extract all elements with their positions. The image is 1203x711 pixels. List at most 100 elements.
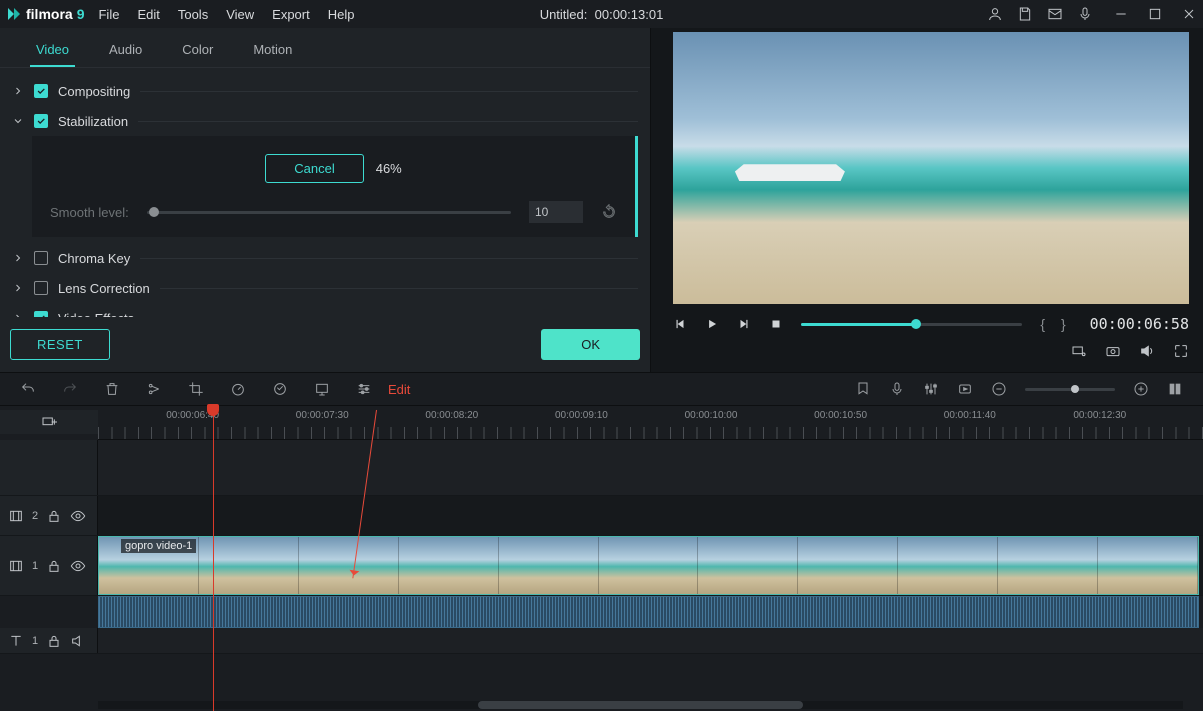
timeline-toolbar: Edit — [0, 372, 1203, 406]
ruler-tick: 00:00:09:10 — [555, 410, 685, 421]
stabilization-label: Stabilization — [58, 114, 128, 129]
speed-icon[interactable] — [230, 381, 246, 397]
crop-icon[interactable] — [188, 381, 204, 397]
menu-file[interactable]: File — [98, 7, 119, 22]
audio-clip[interactable] — [98, 596, 1199, 628]
text-track-icon — [8, 633, 24, 649]
zoom-in-icon[interactable] — [1133, 381, 1149, 397]
zoom-fit-icon[interactable] — [1167, 381, 1183, 397]
compositing-checkbox[interactable] — [34, 84, 48, 98]
reset-button[interactable]: RESET — [10, 329, 110, 360]
tab-motion[interactable]: Motion — [247, 38, 298, 67]
mic-icon[interactable] — [1077, 6, 1093, 22]
mixer-icon[interactable] — [923, 381, 939, 397]
stabilization-checkbox[interactable] — [34, 114, 48, 128]
edit-settings-icon[interactable] — [356, 381, 372, 397]
split-icon[interactable] — [146, 381, 162, 397]
edit-panel: Video Audio Color Motion Compositing Sta… — [0, 28, 651, 372]
ruler-tick: 00:00:06:40 — [166, 410, 296, 421]
smooth-input[interactable] — [529, 201, 583, 223]
mark-braces-icon[interactable]: { } — [1040, 316, 1071, 332]
app-version: 9 — [77, 6, 85, 22]
mute-icon[interactable] — [70, 633, 86, 649]
project-duration: 00:00:13:01 — [595, 7, 664, 22]
lock-icon[interactable] — [46, 558, 62, 574]
lens-label: Lens Correction — [58, 281, 150, 296]
render-icon[interactable] — [957, 381, 973, 397]
chevron-right-icon — [12, 282, 24, 294]
eye-icon[interactable] — [70, 558, 86, 574]
main-menu: File Edit Tools View Export Help — [98, 7, 354, 22]
menu-help[interactable]: Help — [328, 7, 355, 22]
preview-progress[interactable] — [801, 323, 1022, 326]
track-number: 1 — [32, 560, 38, 572]
effects-label: Video Effects — [58, 311, 134, 318]
zoom-out-icon[interactable] — [991, 381, 1007, 397]
step-back-icon[interactable] — [673, 317, 687, 331]
section-stabilization[interactable]: Stabilization — [12, 106, 638, 136]
delete-icon[interactable] — [104, 381, 120, 397]
effects-checkbox[interactable] — [34, 311, 48, 317]
save-icon[interactable] — [1017, 6, 1033, 22]
preview-viewport[interactable] — [673, 32, 1189, 304]
mail-icon[interactable] — [1047, 6, 1063, 22]
eye-icon[interactable] — [70, 508, 86, 524]
chevron-right-icon — [12, 85, 24, 97]
zoom-slider[interactable] — [1025, 388, 1115, 391]
snapshot-icon[interactable] — [1105, 343, 1121, 359]
account-icon[interactable] — [987, 6, 1003, 22]
logo-icon — [6, 6, 22, 22]
track-number: 2 — [32, 510, 38, 522]
section-video-effects[interactable]: Video Effects — [12, 303, 638, 317]
close-icon[interactable] — [1181, 6, 1197, 22]
ruler-tick: 00:00:08:20 — [425, 410, 555, 421]
undo-icon[interactable] — [20, 381, 36, 397]
lens-checkbox[interactable] — [34, 281, 48, 295]
reset-icon[interactable] — [601, 204, 617, 220]
green-screen-icon[interactable] — [314, 381, 330, 397]
menu-export[interactable]: Export — [272, 7, 310, 22]
playhead[interactable] — [213, 406, 214, 711]
fullscreen-icon[interactable] — [1173, 343, 1189, 359]
chroma-checkbox[interactable] — [34, 251, 48, 265]
ok-button[interactable]: OK — [541, 329, 640, 360]
timeline-scrollbar[interactable] — [98, 701, 1183, 709]
section-chroma-key[interactable]: Chroma Key — [12, 243, 638, 273]
minimize-icon[interactable] — [1113, 6, 1129, 22]
menu-edit[interactable]: Edit — [137, 7, 159, 22]
preview-timecode: 00:00:06:58 — [1090, 315, 1189, 333]
color-icon[interactable] — [272, 381, 288, 397]
tab-video[interactable]: Video — [30, 38, 75, 67]
menu-view[interactable]: View — [226, 7, 254, 22]
smooth-label: Smooth level: — [50, 205, 129, 220]
tab-color[interactable]: Color — [176, 38, 219, 67]
lock-icon[interactable] — [46, 508, 62, 524]
maximize-icon[interactable] — [1147, 6, 1163, 22]
stop-icon[interactable] — [769, 317, 783, 331]
menu-tools[interactable]: Tools — [178, 7, 208, 22]
tab-audio[interactable]: Audio — [103, 38, 148, 67]
redo-icon[interactable] — [62, 381, 78, 397]
preview-panel: { } 00:00:06:58 — [651, 28, 1203, 372]
timeline-ruler[interactable]: 00:00:06:40 00:00:07:30 00:00:08:20 00:0… — [98, 406, 1203, 440]
title-bar: filmora9 File Edit Tools View Export Hel… — [0, 0, 1203, 28]
ruler-tick: 00:00:11:40 — [944, 410, 1074, 421]
smooth-slider[interactable] — [147, 211, 511, 214]
track-2-header: 2 — [0, 496, 98, 535]
marker-icon[interactable] — [855, 381, 871, 397]
step-forward-icon[interactable] — [737, 317, 751, 331]
lock-icon[interactable] — [46, 633, 62, 649]
transport-bar: { } 00:00:06:58 — [673, 310, 1189, 338]
volume-icon[interactable] — [1139, 343, 1155, 359]
section-compositing[interactable]: Compositing — [12, 76, 638, 106]
section-lens-correction[interactable]: Lens Correction — [12, 273, 638, 303]
cancel-button[interactable]: Cancel — [265, 154, 363, 183]
play-icon[interactable] — [705, 317, 719, 331]
add-track-button[interactable] — [0, 410, 98, 434]
track-number: 1 — [32, 635, 38, 647]
video-clip[interactable]: gopro video-1 — [98, 536, 1199, 595]
record-voice-icon[interactable] — [889, 381, 905, 397]
chroma-label: Chroma Key — [58, 251, 130, 266]
quality-settings-icon[interactable] — [1071, 343, 1087, 359]
ruler-tick: 00:00:10:00 — [685, 410, 815, 421]
